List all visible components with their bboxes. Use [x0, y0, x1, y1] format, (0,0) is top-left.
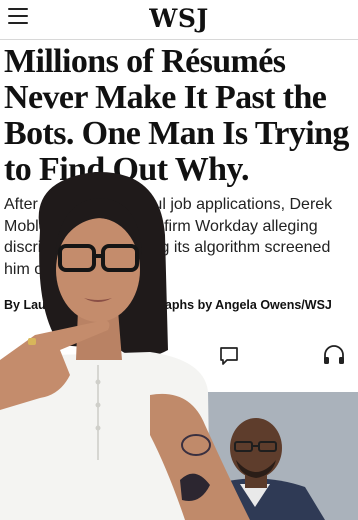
presenter-video-overlay — [0, 171, 250, 520]
wsj-logo[interactable]: WSJ — [0, 4, 358, 33]
headphones-icon[interactable] — [322, 344, 346, 366]
top-bar: WSJ — [0, 0, 358, 40]
